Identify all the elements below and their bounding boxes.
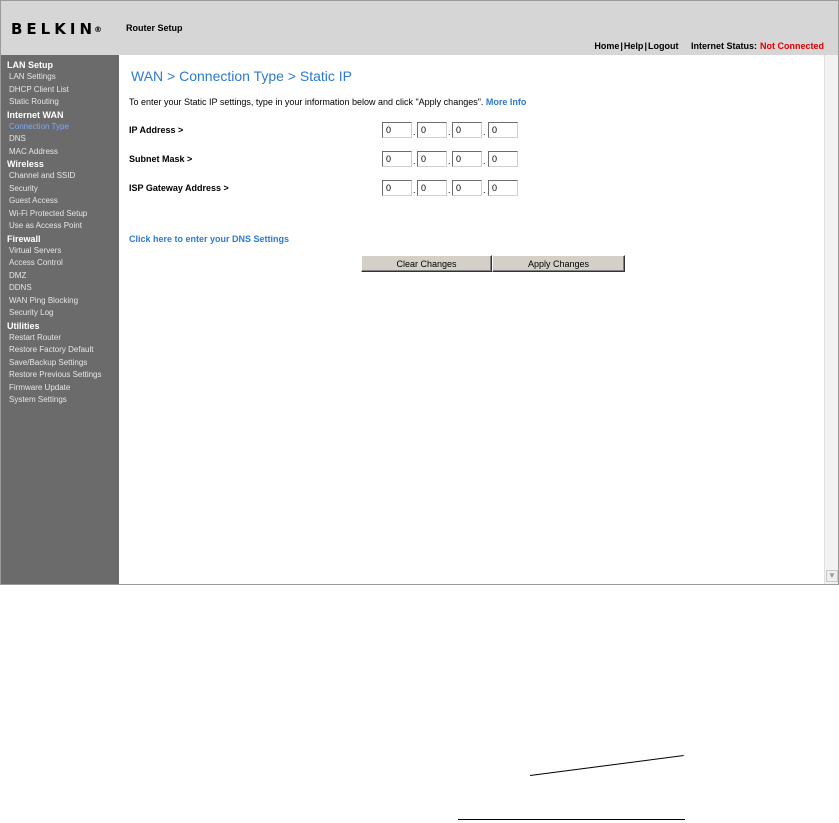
nav-section: Firewall Virtual Servers Access Control DMZ… (1, 233, 119, 320)
isp-gateway-octet-1[interactable] (382, 180, 412, 196)
vertical-scrollbar[interactable]: ▼ (824, 55, 838, 584)
sidebar-item-security-log[interactable]: Security Log (1, 307, 119, 320)
sidebar-item-firmware-update[interactable]: Firmware Update (1, 382, 119, 395)
sidebar-item-security[interactable]: Security (1, 183, 119, 196)
sidebar-item-virtual-servers[interactable]: Virtual Servers (1, 245, 119, 258)
internet-status-value: Not Connected (760, 41, 824, 51)
sidebar-item-save-backup-settings[interactable]: Save/Backup Settings (1, 357, 119, 370)
sidebar-item-restart-router[interactable]: Restart Router (1, 332, 119, 345)
isp-gateway-label: ISP Gateway Address > (129, 183, 229, 193)
nav-heading: Utilities (7, 320, 40, 331)
octet-separator: . (483, 127, 486, 137)
nav-section: Internet WAN Connection Type DNS MAC Addres… (1, 109, 119, 159)
ip-address-label: IP Address > (129, 125, 184, 135)
subnet-mask-octet-3[interactable] (452, 151, 482, 167)
top-links: Home|Help|Logout Internet Status: Not Con… (594, 41, 824, 51)
sidebar-item-system-settings[interactable]: System Settings (1, 394, 119, 407)
subnet-mask-row: Subnet Mask > . . . (129, 151, 629, 167)
sidebar-item-channel-and-ssid[interactable]: Channel and SSID (1, 170, 119, 183)
logo-text: BELKIN (11, 20, 96, 38)
subnet-mask-label: Subnet Mask > (129, 154, 193, 164)
sidebar-item-mac-address[interactable]: MAC Address (1, 146, 119, 159)
sidebar-item-restore-previous-settings[interactable]: Restore Previous Settings (1, 369, 119, 382)
main-content: WAN > Connection Type > Static IP To ent… (119, 55, 824, 584)
sidebar-item-dns[interactable]: DNS (1, 133, 119, 146)
nav-section: Wireless Channel and SSID Security Guest Ac… (1, 158, 119, 233)
octet-separator: . (448, 156, 451, 166)
subnet-mask-octet-4[interactable] (488, 151, 518, 167)
registered-mark: ® (94, 25, 102, 34)
link-separator: | (620, 41, 623, 51)
octet-separator: . (483, 185, 486, 195)
internet-status-label: Internet Status: (690, 41, 757, 51)
nav-heading: Wireless (7, 159, 44, 169)
link-separator: | (644, 41, 647, 51)
more-info-link[interactable]: More Info (486, 97, 527, 107)
apply-changes-button[interactable]: Apply Changes (492, 255, 625, 272)
dns-settings-link[interactable]: Click here to enter your DNS Settings (129, 234, 289, 244)
ip-address-octet-4[interactable] (488, 122, 518, 138)
isp-gateway-octet-3[interactable] (452, 180, 482, 196)
octet-separator: . (413, 156, 416, 166)
logout-link[interactable]: Logout (648, 41, 679, 51)
router-setup-title: Router Setup (126, 23, 183, 33)
isp-gateway-octet-4[interactable] (488, 180, 518, 196)
octet-separator: . (413, 127, 416, 137)
sidebar-item-restore-factory-default[interactable]: Restore Factory Default (1, 344, 119, 357)
sidebar-item-static-routing[interactable]: Static Routing (1, 96, 119, 109)
octet-separator: . (448, 185, 451, 195)
ip-address-octet-1[interactable] (382, 122, 412, 138)
sidebar-item-lan-settings[interactable]: LAN Settings (1, 71, 119, 84)
nav-heading: Firewall (7, 233, 41, 244)
sidebar-nav: LAN Setup LAN Settings DHCP Client List Sta… (1, 55, 119, 584)
clear-changes-button[interactable]: Clear Changes (361, 255, 492, 272)
sidebar-item-use-as-access-point[interactable]: Use as Access Point (1, 220, 119, 233)
slanted-line (529, 755, 684, 776)
sidebar-item-wan-ping-blocking[interactable]: WAN Ping Blocking (1, 295, 119, 308)
ip-address-octet-2[interactable] (417, 122, 447, 138)
scroll-down-arrow-icon[interactable]: ▼ (826, 570, 838, 582)
intro-text: To enter your Static IP settings, type i… (129, 97, 526, 107)
intro-instructions: To enter your Static IP settings, type i… (129, 97, 484, 107)
sidebar-item-access-control[interactable]: Access Control (1, 257, 119, 270)
page-header: BELKIN® Router Setup Home|Help|Logout In… (1, 1, 838, 55)
isp-gateway-row: ISP Gateway Address > . . . (129, 180, 629, 196)
home-link[interactable]: Home (594, 41, 619, 51)
ip-address-row: IP Address > . . . (129, 122, 629, 138)
isp-gateway-octet-2[interactable] (417, 180, 447, 196)
octet-separator: . (448, 127, 451, 137)
sidebar-item-dhcp-client-list[interactable]: DHCP Client List (1, 84, 119, 97)
horizontal-line (458, 819, 685, 820)
sidebar-item-guest-access[interactable]: Guest Access (1, 195, 119, 208)
help-link[interactable]: Help (624, 41, 644, 51)
subnet-mask-octet-2[interactable] (417, 151, 447, 167)
browser-window: BELKIN® Router Setup Home|Help|Logout In… (0, 0, 839, 585)
sidebar-item-ddns[interactable]: DDNS (1, 282, 119, 295)
belkin-logo: BELKIN® (11, 20, 102, 38)
nav-heading: Internet WAN (7, 109, 64, 120)
ip-address-octet-3[interactable] (452, 122, 482, 138)
octet-separator: . (413, 185, 416, 195)
sidebar-item-dmz[interactable]: DMZ (1, 270, 119, 283)
octet-separator: . (483, 156, 486, 166)
page-title: WAN > Connection Type > Static IP (131, 68, 352, 84)
nav-heading: LAN Setup (7, 60, 53, 70)
sidebar-item-connection-type[interactable]: Connection Type (1, 121, 119, 134)
subnet-mask-octet-1[interactable] (382, 151, 412, 167)
nav-section: Utilities Restart Router Restore Factory D… (1, 320, 119, 407)
sidebar-item-wi-fi-protected-setup[interactable]: Wi-Fi Protected Setup (1, 208, 119, 221)
nav-section: LAN Setup LAN Settings DHCP Client List Sta… (1, 59, 119, 109)
